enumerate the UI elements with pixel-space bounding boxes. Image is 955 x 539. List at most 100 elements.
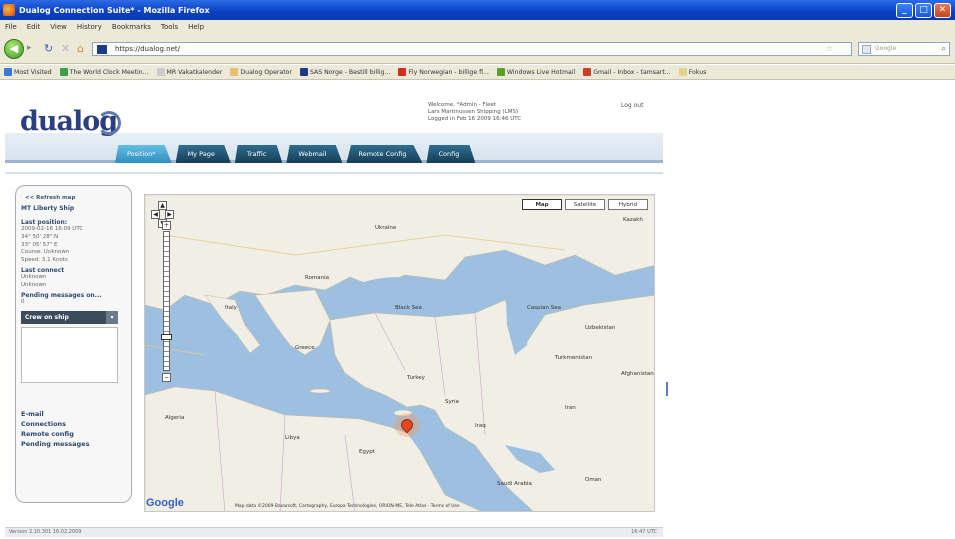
- bookmarks-toolbar: Most Visited The World Clock Meetin... MR …: [0, 65, 955, 80]
- tab-my-page[interactable]: My Page: [175, 145, 231, 163]
- map-type-map-button[interactable]: Map: [522, 199, 562, 210]
- bookmark-item[interactable]: Fly Norwegian - billige fl...: [394, 68, 493, 76]
- crew-select[interactable]: Crew on ship ▾: [21, 311, 118, 325]
- pending-messages-link[interactable]: Pending messages: [21, 439, 125, 449]
- search-icon[interactable]: ⌕: [942, 43, 946, 55]
- panel-links: E-mail Connections Remote config Pending…: [21, 409, 125, 449]
- position-longitude: 33° 05' 57" E: [21, 241, 58, 248]
- home-icon[interactable]: ⌂: [77, 42, 84, 55]
- map-place-label: Turkey: [407, 375, 425, 381]
- zoom-slider[interactable]: [163, 231, 170, 371]
- zoom-in-button[interactable]: +: [162, 221, 171, 230]
- bookmark-item[interactable]: Fokus: [675, 68, 711, 76]
- pan-right-button[interactable]: ▶: [165, 210, 174, 219]
- zoom-out-button[interactable]: −: [162, 373, 171, 382]
- web-page: dualog Welcome, *Admin - Fleet Lars Mart…: [0, 81, 955, 539]
- last-position-label: Last position:: [21, 219, 68, 226]
- tab-traffic[interactable]: Traffic: [234, 145, 283, 163]
- url-bar[interactable]: https://dualog.net/ ☆: [92, 42, 852, 56]
- google-logo[interactable]: Google: [146, 497, 184, 509]
- position-map[interactable]: ▲ ◀ ▶ ▼ + − Map Satellite Hybrid Google …: [144, 194, 655, 512]
- menu-bookmarks[interactable]: Bookmarks: [107, 23, 156, 31]
- pan-up-button[interactable]: ▲: [158, 201, 167, 210]
- position-latitude: 34° 50' 28" N: [21, 233, 59, 240]
- menu-view[interactable]: View: [45, 23, 72, 31]
- connections-link[interactable]: Connections: [21, 419, 125, 429]
- search-placeholder: Google: [875, 45, 897, 52]
- bookmark-star-icon[interactable]: ☆: [826, 43, 833, 55]
- tab-position[interactable]: Position*: [115, 145, 172, 163]
- email-link[interactable]: E-mail: [21, 409, 125, 419]
- window-title: Dualog Connection Suite* - Mozilla Firef…: [19, 5, 210, 15]
- maximize-button[interactable]: □: [915, 2, 932, 18]
- bookmark-label: Gmail - Inbox - tamsart...: [593, 68, 671, 76]
- crew-list-box[interactable]: [21, 327, 118, 384]
- bookmark-item[interactable]: Dualog Operator: [226, 68, 296, 76]
- bookmark-item[interactable]: Most Visited: [0, 68, 56, 76]
- back-button[interactable]: ◀: [4, 39, 24, 59]
- search-engine-icon[interactable]: [862, 45, 871, 54]
- map-place-label: Iraq: [475, 423, 486, 429]
- map-place-label: Libya: [285, 435, 300, 441]
- menu-file[interactable]: File: [0, 23, 22, 31]
- tab-webmail[interactable]: Webmail: [286, 145, 343, 163]
- menu-history[interactable]: History: [72, 23, 107, 31]
- title-bar: Dualog Connection Suite* - Mozilla Firef…: [0, 0, 955, 20]
- bookmark-icon: [583, 68, 592, 76]
- map-place-label: Greece: [295, 345, 315, 351]
- bookmark-icon: [496, 68, 505, 76]
- minimize-button[interactable]: _: [896, 2, 913, 18]
- chevron-down-icon[interactable]: ▾: [106, 311, 118, 325]
- bookmark-item[interactable]: SAS Norge - Bestill billig...: [296, 68, 394, 76]
- map-place-label: Algeria: [165, 415, 185, 421]
- refresh-map-link[interactable]: << Refresh map: [21, 195, 125, 201]
- remote-config-link[interactable]: Remote config: [21, 429, 125, 439]
- map-type-hybrid-button[interactable]: Hybrid: [608, 199, 648, 210]
- map-place-label: Italy: [225, 305, 237, 311]
- map-place-label: Turkmenistan: [555, 355, 593, 361]
- map-type-satellite-button[interactable]: Satellite: [565, 199, 605, 210]
- reload-icon[interactable]: ↻: [44, 42, 53, 55]
- logout-link[interactable]: Log out: [621, 102, 643, 109]
- connect-row: Unknown: [21, 273, 47, 280]
- position-timestamp: 2009-02-16 16:09 UTC: [21, 226, 84, 232]
- map-place-label: Afghanistan: [621, 371, 654, 377]
- menu-bar: File Edit View History Bookmarks Tools H…: [0, 20, 955, 34]
- bookmark-item[interactable]: Windows Live Hotmail: [493, 68, 579, 76]
- pending-messages-count: 0: [21, 298, 25, 305]
- bookmark-label: MR Vakatkalender: [166, 68, 223, 76]
- welcome-text: Welcome, *Admin - Fleet Lars Martinussen…: [428, 102, 598, 123]
- map-copyright: Map data ©2009 Basarsoft, Cartography, E…: [235, 504, 460, 509]
- bookmark-label: Windows Live Hotmail: [506, 68, 576, 76]
- page-scroll-indicator: [666, 382, 668, 396]
- bookmark-item[interactable]: The World Clock Meetin...: [56, 68, 153, 76]
- bookmark-label: SAS Norge - Bestill billig...: [309, 68, 391, 76]
- site-header: dualog Welcome, *Admin - Fleet Lars Mart…: [5, 89, 663, 163]
- bookmark-icon: [156, 68, 165, 76]
- bookmark-icon: [4, 68, 12, 76]
- welcome-user: Welcome, *Admin - Fleet: [428, 102, 497, 108]
- utc-clock: 16:47 UTC: [631, 529, 657, 535]
- close-button[interactable]: ✕: [934, 2, 951, 18]
- search-bar[interactable]: Google ⌕: [858, 42, 950, 56]
- position-course: Course: Unknown: [21, 249, 70, 256]
- map-place-label: Saudi Arabia: [497, 481, 532, 487]
- forward-button[interactable]: ▸: [27, 43, 41, 56]
- page-footer: Version 2.10.301 16.02.2009 16:47 UTC: [5, 527, 663, 537]
- map-place-label: Black Sea: [395, 305, 422, 311]
- tab-config[interactable]: Config: [426, 145, 476, 163]
- firefox-icon: [3, 4, 15, 16]
- menu-help[interactable]: Help: [183, 23, 209, 31]
- zoom-slider-knob[interactable]: [161, 334, 172, 340]
- bookmark-item[interactable]: MR Vakatkalender: [153, 68, 227, 76]
- browser-window: Dualog Connection Suite* - Mozilla Firef…: [0, 0, 955, 539]
- pan-left-button[interactable]: ◀: [151, 210, 160, 219]
- menu-edit[interactable]: Edit: [22, 23, 46, 31]
- bookmark-item[interactable]: Gmail - Inbox - tamsart...: [579, 68, 674, 76]
- tab-remote-config[interactable]: Remote Config: [346, 145, 423, 163]
- menu-tools[interactable]: Tools: [156, 23, 183, 31]
- map-place-label: Romania: [305, 275, 330, 281]
- header-divider: [5, 172, 663, 174]
- ship-info-panel: << Refresh map MT Liberty Ship Last posi…: [15, 185, 132, 503]
- stop-icon[interactable]: ✕: [61, 42, 70, 55]
